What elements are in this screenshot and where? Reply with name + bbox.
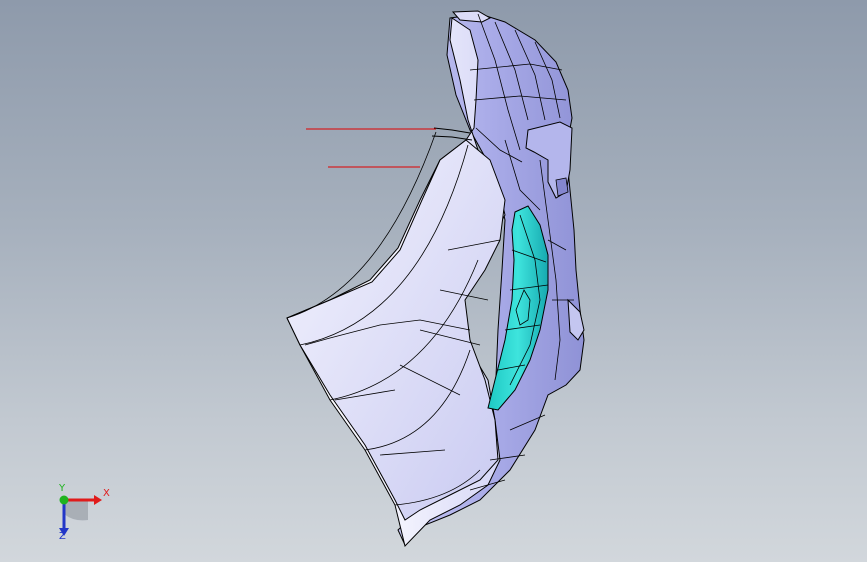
axis-triad-graphic xyxy=(59,495,102,536)
inner-sweep-surface[interactable] xyxy=(286,139,506,521)
cad-graphics-viewport[interactable]: X Y Z xyxy=(0,0,867,562)
axis-z-label: Z xyxy=(59,531,66,542)
axis-triad[interactable]: X Y Z xyxy=(44,480,124,550)
upper-groove xyxy=(431,127,473,141)
axis-x-label: X xyxy=(103,488,110,499)
axis-y-label: Y xyxy=(59,483,66,494)
3d-model-view[interactable] xyxy=(0,0,867,562)
